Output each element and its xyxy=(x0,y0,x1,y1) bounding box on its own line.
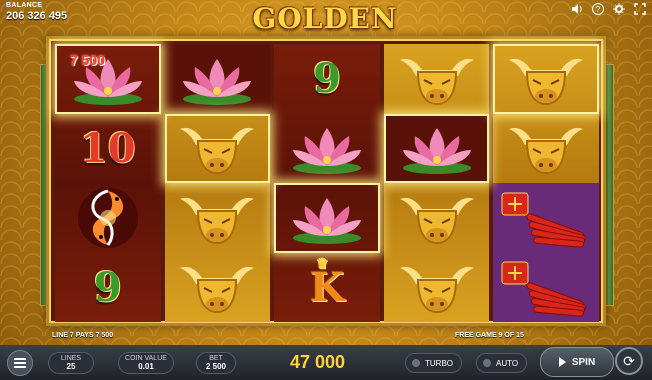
symbol-ox xyxy=(165,183,271,253)
coin-value-value: 0.01 xyxy=(138,362,154,371)
symbol-firecracker xyxy=(493,183,599,253)
reel-3: 9 ♛ K xyxy=(274,44,380,322)
turbo-toggle[interactable]: TURBO xyxy=(405,353,462,373)
symbol-ox xyxy=(384,253,490,323)
spin-button[interactable]: SPIN xyxy=(540,347,614,377)
free-game-text: FREE GAME 9 OF 15 xyxy=(455,332,524,339)
symbol-lotus xyxy=(164,44,271,114)
lotus-icon xyxy=(183,58,252,105)
symbol-9: 9 xyxy=(55,253,161,323)
symbol-10-label: 10 xyxy=(79,124,136,172)
toggle-indicator xyxy=(412,359,420,367)
symbol-ox xyxy=(164,113,271,183)
symbol-lotus xyxy=(274,183,380,253)
symbol-k: ♛ K xyxy=(274,253,380,323)
game-logo: GOLDEN OX xyxy=(252,2,398,69)
symbol-9-label: 9 xyxy=(313,55,341,103)
lotus-icon xyxy=(292,197,361,244)
bet-control[interactable]: BET 2 500 xyxy=(196,352,236,374)
toggle-indicator xyxy=(483,359,491,367)
symbol-koi xyxy=(55,183,161,253)
symbol-9: 9 xyxy=(274,44,380,114)
lotus-icon xyxy=(292,128,361,175)
lines-label: LINES xyxy=(60,355,82,362)
spin-label: SPIN xyxy=(571,356,596,368)
bet-value: 2 500 xyxy=(205,362,227,371)
reel-1: 10 9 xyxy=(55,44,161,322)
balance-label: BALANCE xyxy=(6,2,43,9)
turbo-label: TURBO xyxy=(425,358,453,368)
question-icon[interactable]: ? xyxy=(592,3,604,15)
total-win: 47 000 xyxy=(290,352,346,372)
koi-icon xyxy=(77,187,138,248)
symbol-lotus xyxy=(383,113,490,183)
settings-icon[interactable] xyxy=(613,3,625,15)
ox-icon xyxy=(509,128,584,175)
autoplay-button[interactable]: ⟳ xyxy=(615,347,643,375)
speaker-icon[interactable] xyxy=(571,3,583,15)
symbol-ox xyxy=(384,44,490,114)
reel-5 xyxy=(493,44,599,322)
firecracker-icon xyxy=(501,192,587,248)
ox-icon xyxy=(180,128,255,175)
svg-text:?: ? xyxy=(596,5,601,14)
lines-value: 25 xyxy=(66,362,76,371)
ox-icon xyxy=(399,267,474,314)
menu-icon xyxy=(14,362,26,364)
reels-area: 10 9 9 ♛ K xyxy=(55,44,599,322)
lotus-icon xyxy=(402,128,471,175)
symbol-firecracker xyxy=(493,252,599,322)
crown-icon: ♛ xyxy=(315,255,329,272)
auto-toggle[interactable]: AUTO xyxy=(476,353,528,373)
symbol-lotus xyxy=(274,114,380,184)
lines-control[interactable]: LINES 25 xyxy=(48,352,94,374)
symbol-9-label: 9 xyxy=(93,263,122,311)
line-win-amount: 7 500 xyxy=(70,52,106,68)
symbol-10: 10 xyxy=(55,114,161,184)
symbol-ox xyxy=(165,253,271,323)
symbol-ox xyxy=(493,44,599,114)
ox-icon xyxy=(399,197,474,244)
coin-value-control[interactable]: COIN VALUE 0.01 xyxy=(118,352,174,374)
balance-value: 206 326 495 xyxy=(6,10,68,22)
symbol-ox xyxy=(493,114,599,184)
reel-2 xyxy=(164,44,271,323)
auto-label: AUTO xyxy=(496,358,519,368)
ox-icon xyxy=(180,197,255,244)
balance-display: BALANCE 206 326 495 xyxy=(6,2,67,22)
reel-4 xyxy=(383,44,490,323)
menu-button[interactable] xyxy=(7,350,33,376)
firecracker-icon xyxy=(501,261,587,317)
ox-icon xyxy=(180,267,255,314)
ox-icon xyxy=(399,58,474,105)
fullscreen-icon[interactable] xyxy=(634,3,646,15)
top-icons: ? xyxy=(571,3,646,15)
play-icon xyxy=(558,357,566,367)
symbol-ox xyxy=(384,183,490,253)
bet-label: BET xyxy=(209,355,223,362)
ox-icon xyxy=(509,58,584,105)
line-pays-text: LINE 7 PAYS 7 500 xyxy=(52,332,114,339)
refresh-icon: ⟳ xyxy=(623,352,635,369)
coin-value-label: COIN VALUE xyxy=(125,355,167,362)
